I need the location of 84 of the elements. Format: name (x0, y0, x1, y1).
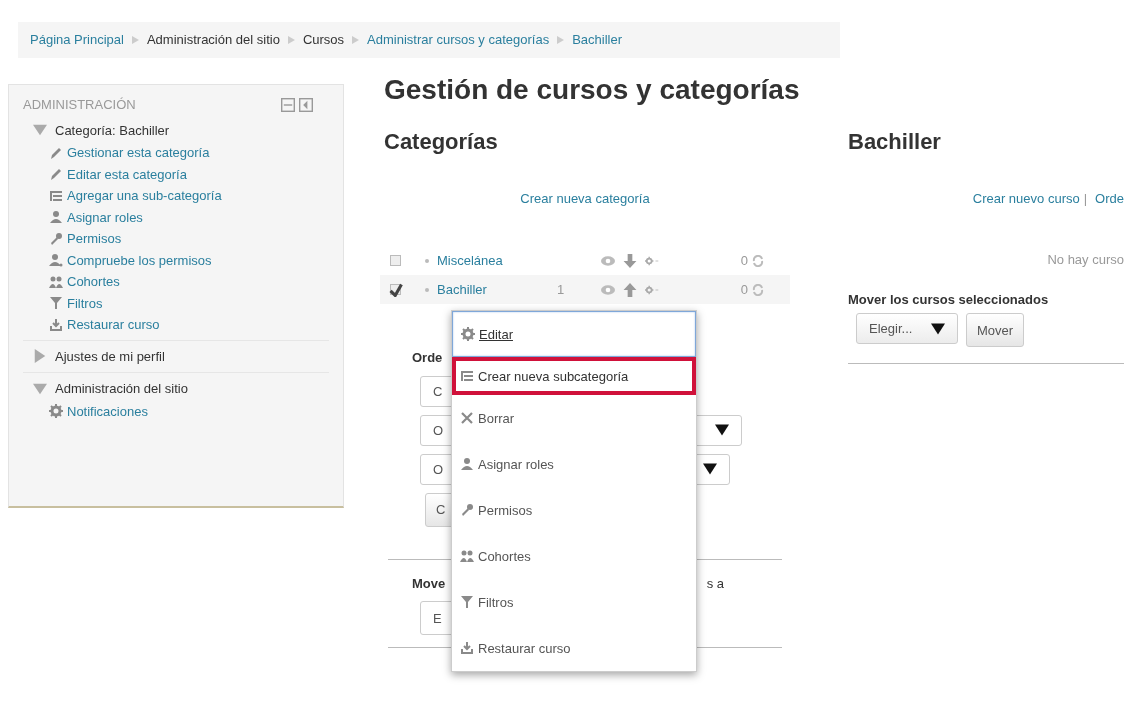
link-separator: | (1083, 190, 1088, 208)
download-icon (49, 317, 63, 332)
list-icon (49, 188, 63, 203)
tree-node-label[interactable]: Categoría: Bachiller (55, 120, 170, 140)
course-count: 0 (740, 252, 748, 271)
form-label: Orde (412, 349, 444, 368)
filter-icon (49, 296, 63, 311)
separator-icon (557, 36, 565, 44)
form-label: Move (412, 575, 446, 593)
gear-menu-icon[interactable] (645, 254, 659, 268)
separator-icon (131, 36, 139, 44)
separator-icon (352, 36, 360, 44)
key-icon (49, 231, 63, 246)
page-title: Gestión de cursos y categorías (384, 73, 801, 107)
category-link[interactable]: Bachiller (437, 280, 557, 300)
menu-item[interactable]: Cohortes (452, 533, 696, 580)
refresh-icon (752, 284, 764, 296)
tree-link[interactable]: Editar esta categoría (67, 164, 187, 184)
users-icon (49, 274, 63, 289)
empty-message: No hay curso (1046, 251, 1124, 270)
menu-item[interactable]: Filtros (452, 579, 696, 626)
gear-menu-icon[interactable] (645, 283, 659, 297)
tree-node-label[interactable]: Ajustes de mi perfil (55, 346, 165, 366)
course-link[interactable]: Crear nuevo curso (972, 189, 1080, 209)
menu-item[interactable]: Editar (452, 311, 696, 358)
breadcrumb-link[interactable]: Administrar cursos y categorías (367, 30, 550, 50)
tree-link[interactable]: Asignar roles (67, 207, 143, 227)
block-title: ADMINISTRACIÓN (23, 96, 136, 114)
collapse-icon (281, 97, 295, 112)
eye-icon (601, 254, 615, 268)
tree-node-label[interactable]: Administración del sitio (55, 379, 188, 399)
menu-item[interactable]: Permisos (452, 487, 696, 534)
down-arrow-icon (623, 254, 637, 268)
menu-item[interactable]: Crear nueva subcategoría (452, 357, 696, 396)
subcategory-count: 1 (557, 281, 566, 300)
form-label: s a (706, 575, 724, 593)
filter-icon (460, 595, 474, 610)
course-link[interactable]: Orde (1095, 189, 1124, 209)
tree-link[interactable]: Filtros (67, 293, 103, 313)
tree-link[interactable]: Restaurar curso (67, 315, 160, 335)
separator-icon (287, 36, 295, 44)
refresh-icon (752, 255, 764, 267)
menu-item[interactable]: Asignar roles (452, 441, 696, 488)
select-field[interactable]: Elegir... (856, 313, 958, 345)
create-category-link[interactable]: Crear nueva categoría (520, 191, 650, 206)
key-icon (460, 503, 474, 518)
course-count: 0 (740, 281, 748, 300)
user-icon (49, 253, 63, 268)
breadcrumb-link[interactable]: Bachiller (572, 30, 623, 50)
checkbox[interactable] (390, 284, 401, 296)
list-icon (460, 369, 474, 384)
user-icon (49, 210, 63, 225)
dock-icon (299, 97, 313, 112)
breadcrumb-text: Cursos (302, 31, 345, 50)
download-icon (460, 641, 474, 656)
caret-icon (931, 322, 945, 336)
tree-link[interactable]: Agregar una sub-categoría (67, 186, 222, 206)
gear-icon (49, 404, 63, 419)
user-icon (460, 457, 474, 472)
pencil-icon (49, 145, 63, 160)
users-icon (460, 549, 474, 564)
tree-link[interactable]: Notificaciones (67, 401, 148, 421)
tree-link[interactable]: Cohortes (67, 272, 120, 292)
category-link[interactable]: Miscelánea (437, 251, 557, 271)
move-button[interactable]: Mover (966, 313, 1025, 348)
up-arrow-icon (623, 283, 637, 297)
eye-icon (601, 283, 615, 297)
menu-item[interactable]: Restaurar curso (452, 625, 696, 672)
pencil-icon (49, 167, 63, 182)
checkbox[interactable] (390, 255, 401, 267)
tree-link[interactable]: Gestionar esta categoría (67, 143, 210, 163)
move-label: Mover los cursos seleccionados (848, 291, 1050, 309)
menu-item[interactable]: Borrar (452, 395, 696, 442)
section-title: Categorías (383, 128, 499, 157)
breadcrumb-link[interactable]: Página Principal (30, 30, 124, 50)
tree-link[interactable]: Permisos (67, 229, 122, 249)
bullet-icon (425, 259, 429, 263)
tree-link[interactable]: Compruebe los permisos (67, 250, 212, 270)
close-icon (460, 411, 474, 426)
check-icon (388, 283, 403, 297)
bullet-icon (425, 288, 429, 292)
section-title: Bachiller (848, 128, 942, 157)
breadcrumb-text: Administración del sitio (146, 31, 280, 50)
gear-icon (461, 327, 475, 342)
